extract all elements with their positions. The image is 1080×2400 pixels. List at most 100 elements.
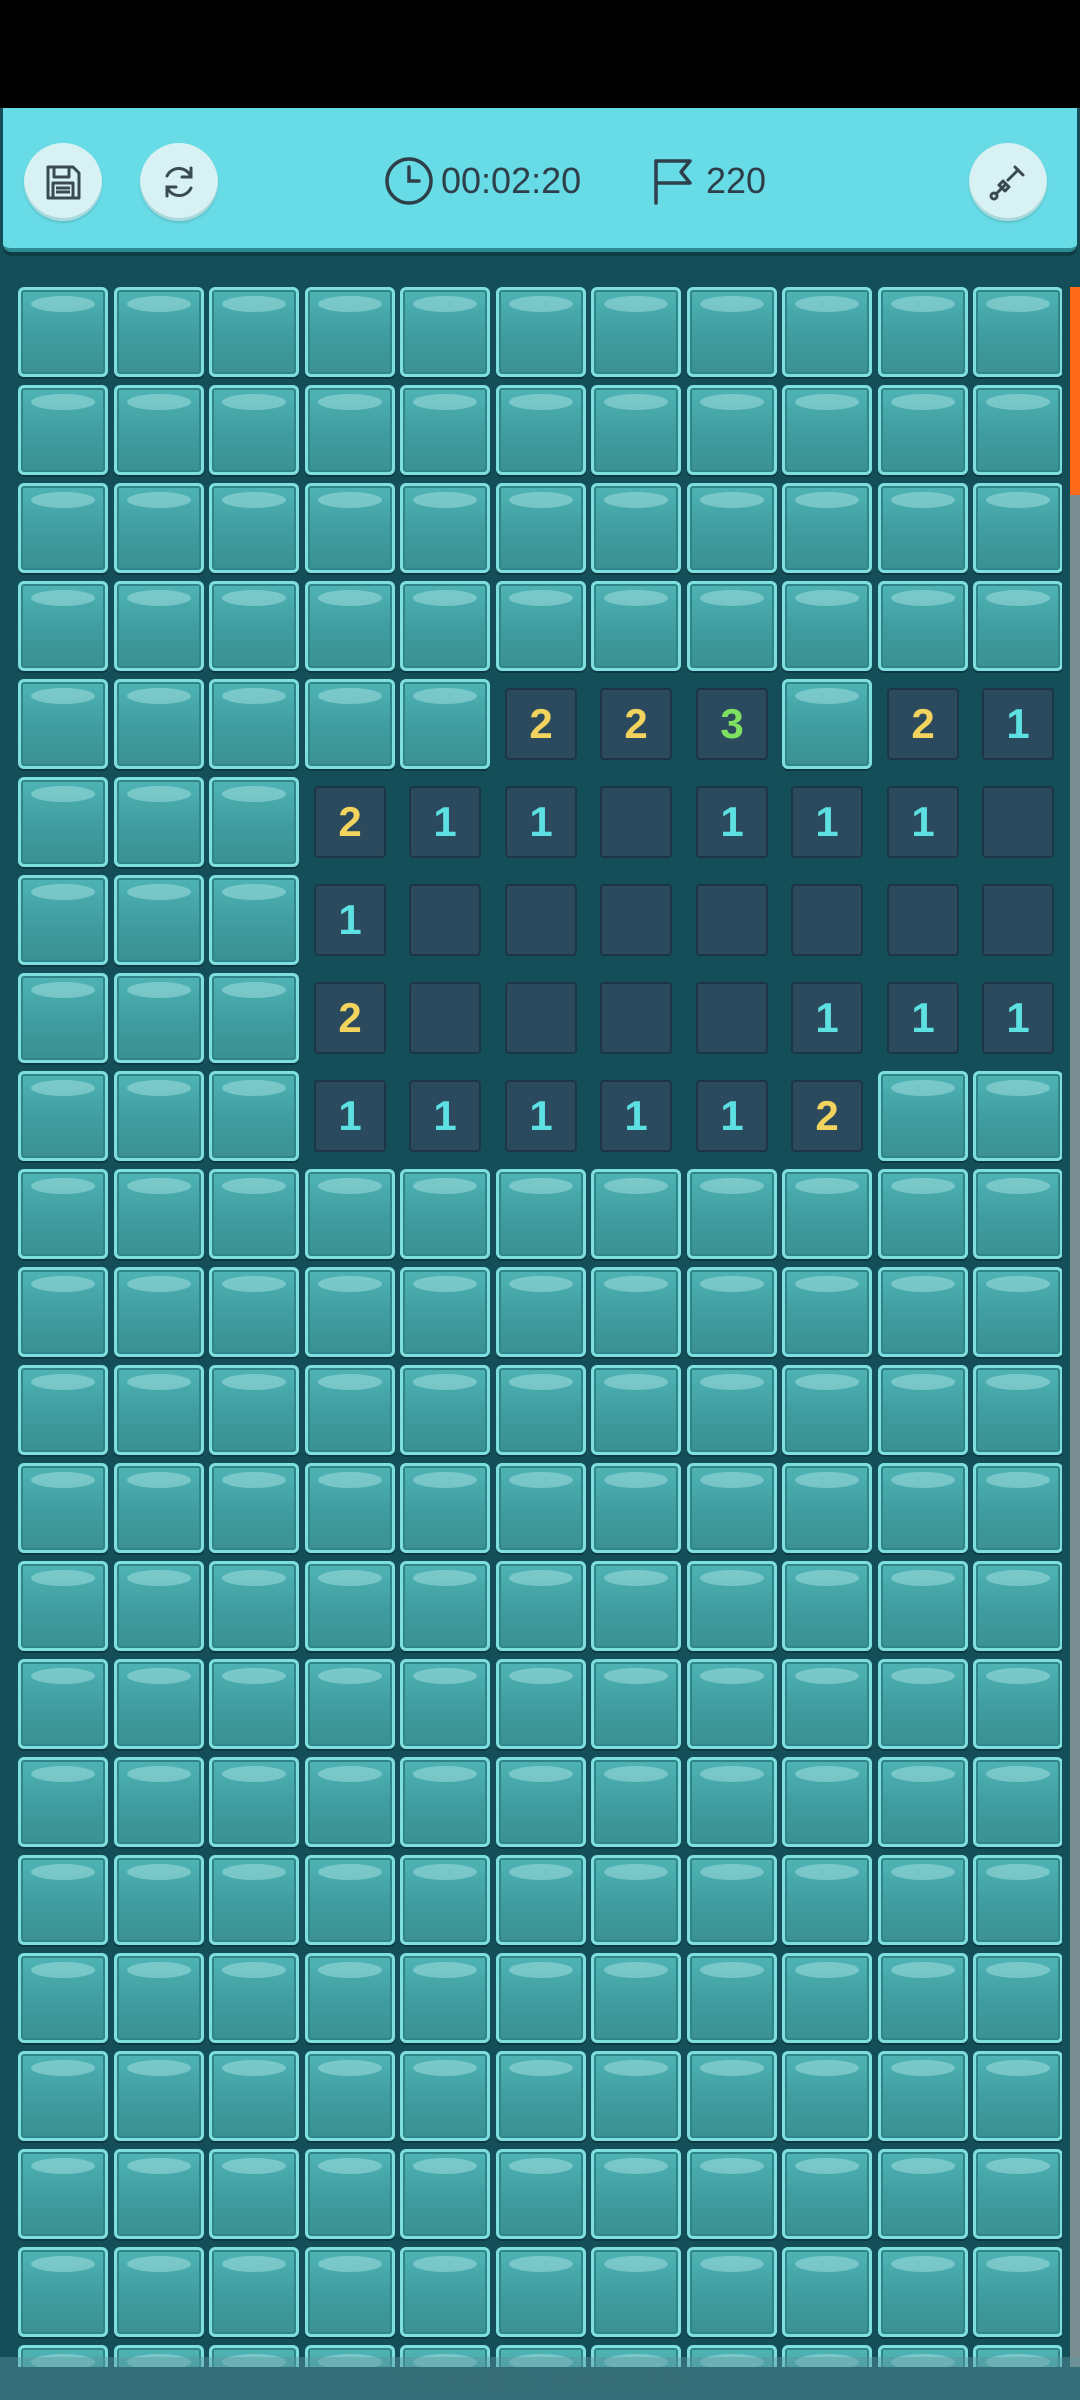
revealed-empty-cell[interactable] bbox=[600, 786, 672, 858]
covered-cell[interactable] bbox=[18, 2247, 108, 2337]
scrollbar-thumb[interactable] bbox=[1070, 287, 1080, 495]
covered-cell[interactable] bbox=[114, 1071, 204, 1161]
covered-cell[interactable] bbox=[496, 1659, 586, 1749]
covered-cell[interactable] bbox=[400, 1463, 490, 1553]
revealed-empty-cell[interactable] bbox=[696, 884, 768, 956]
covered-cell[interactable] bbox=[591, 1953, 681, 2043]
covered-cell[interactable] bbox=[114, 1659, 204, 1749]
covered-cell[interactable] bbox=[782, 2247, 872, 2337]
covered-cell[interactable] bbox=[114, 385, 204, 475]
covered-cell[interactable] bbox=[18, 1659, 108, 1749]
covered-cell[interactable] bbox=[18, 875, 108, 965]
covered-cell[interactable] bbox=[18, 1169, 108, 1259]
covered-cell[interactable] bbox=[878, 1757, 968, 1847]
covered-cell[interactable] bbox=[18, 1071, 108, 1161]
covered-cell[interactable] bbox=[305, 1365, 395, 1455]
covered-cell[interactable] bbox=[687, 2149, 777, 2239]
covered-cell[interactable] bbox=[114, 1463, 204, 1553]
revealed-empty-cell[interactable] bbox=[887, 884, 959, 956]
covered-cell[interactable] bbox=[973, 1365, 1062, 1455]
covered-cell[interactable] bbox=[973, 1953, 1062, 2043]
covered-cell[interactable] bbox=[782, 2051, 872, 2141]
covered-cell[interactable] bbox=[114, 777, 204, 867]
covered-cell[interactable] bbox=[687, 287, 777, 377]
covered-cell[interactable] bbox=[209, 483, 299, 573]
covered-cell[interactable] bbox=[973, 1659, 1062, 1749]
covered-cell[interactable] bbox=[591, 581, 681, 671]
covered-cell[interactable] bbox=[496, 1267, 586, 1357]
revealed-number-cell[interactable]: 1 bbox=[314, 1080, 386, 1152]
covered-cell[interactable] bbox=[687, 1267, 777, 1357]
covered-cell[interactable] bbox=[496, 287, 586, 377]
revealed-number-cell[interactable]: 1 bbox=[696, 1080, 768, 1152]
covered-cell[interactable] bbox=[496, 1561, 586, 1651]
covered-cell[interactable] bbox=[496, 1953, 586, 2043]
covered-cell[interactable] bbox=[18, 2149, 108, 2239]
covered-cell[interactable] bbox=[591, 385, 681, 475]
save-button[interactable] bbox=[24, 143, 102, 221]
covered-cell[interactable] bbox=[400, 1561, 490, 1651]
covered-cell[interactable] bbox=[114, 1757, 204, 1847]
covered-cell[interactable] bbox=[305, 1659, 395, 1749]
revealed-number-cell[interactable]: 1 bbox=[982, 688, 1054, 760]
covered-cell[interactable] bbox=[209, 875, 299, 965]
covered-cell[interactable] bbox=[400, 1659, 490, 1749]
covered-cell[interactable] bbox=[18, 385, 108, 475]
covered-cell[interactable] bbox=[782, 1757, 872, 1847]
restart-button[interactable] bbox=[140, 143, 218, 221]
covered-cell[interactable] bbox=[782, 1855, 872, 1945]
covered-cell[interactable] bbox=[209, 581, 299, 671]
covered-cell[interactable] bbox=[18, 1267, 108, 1357]
covered-cell[interactable] bbox=[687, 1365, 777, 1455]
covered-cell[interactable] bbox=[18, 777, 108, 867]
revealed-number-cell[interactable]: 1 bbox=[600, 1080, 672, 1152]
covered-cell[interactable] bbox=[496, 1463, 586, 1553]
covered-cell[interactable] bbox=[18, 1561, 108, 1651]
covered-cell[interactable] bbox=[400, 483, 490, 573]
covered-cell[interactable] bbox=[400, 1169, 490, 1259]
covered-cell[interactable] bbox=[400, 2247, 490, 2337]
covered-cell[interactable] bbox=[687, 1561, 777, 1651]
covered-cell[interactable] bbox=[973, 1169, 1062, 1259]
covered-cell[interactable] bbox=[496, 2051, 586, 2141]
covered-cell[interactable] bbox=[209, 1463, 299, 1553]
covered-cell[interactable] bbox=[782, 679, 872, 769]
covered-cell[interactable] bbox=[973, 2051, 1062, 2141]
covered-cell[interactable] bbox=[305, 483, 395, 573]
covered-cell[interactable] bbox=[687, 2247, 777, 2337]
covered-cell[interactable] bbox=[114, 1169, 204, 1259]
covered-cell[interactable] bbox=[114, 581, 204, 671]
revealed-empty-cell[interactable] bbox=[505, 884, 577, 956]
revealed-empty-cell[interactable] bbox=[791, 884, 863, 956]
covered-cell[interactable] bbox=[18, 1855, 108, 1945]
covered-cell[interactable] bbox=[878, 1659, 968, 1749]
revealed-number-cell[interactable]: 1 bbox=[982, 982, 1054, 1054]
covered-cell[interactable] bbox=[973, 1463, 1062, 1553]
covered-cell[interactable] bbox=[782, 287, 872, 377]
covered-cell[interactable] bbox=[305, 1169, 395, 1259]
covered-cell[interactable] bbox=[591, 1855, 681, 1945]
covered-cell[interactable] bbox=[305, 1757, 395, 1847]
covered-cell[interactable] bbox=[114, 679, 204, 769]
covered-cell[interactable] bbox=[878, 1267, 968, 1357]
covered-cell[interactable] bbox=[878, 287, 968, 377]
covered-cell[interactable] bbox=[687, 1659, 777, 1749]
revealed-number-cell[interactable]: 2 bbox=[791, 1080, 863, 1152]
covered-cell[interactable] bbox=[400, 1757, 490, 1847]
covered-cell[interactable] bbox=[18, 581, 108, 671]
covered-cell[interactable] bbox=[878, 1855, 968, 1945]
covered-cell[interactable] bbox=[18, 1757, 108, 1847]
revealed-empty-cell[interactable] bbox=[982, 786, 1054, 858]
covered-cell[interactable] bbox=[782, 1659, 872, 1749]
covered-cell[interactable] bbox=[878, 483, 968, 573]
covered-cell[interactable] bbox=[400, 1267, 490, 1357]
covered-cell[interactable] bbox=[687, 1855, 777, 1945]
covered-cell[interactable] bbox=[878, 385, 968, 475]
revealed-number-cell[interactable]: 2 bbox=[887, 688, 959, 760]
covered-cell[interactable] bbox=[591, 1267, 681, 1357]
covered-cell[interactable] bbox=[878, 1561, 968, 1651]
covered-cell[interactable] bbox=[591, 2051, 681, 2141]
covered-cell[interactable] bbox=[305, 385, 395, 475]
covered-cell[interactable] bbox=[209, 1757, 299, 1847]
covered-cell[interactable] bbox=[114, 483, 204, 573]
